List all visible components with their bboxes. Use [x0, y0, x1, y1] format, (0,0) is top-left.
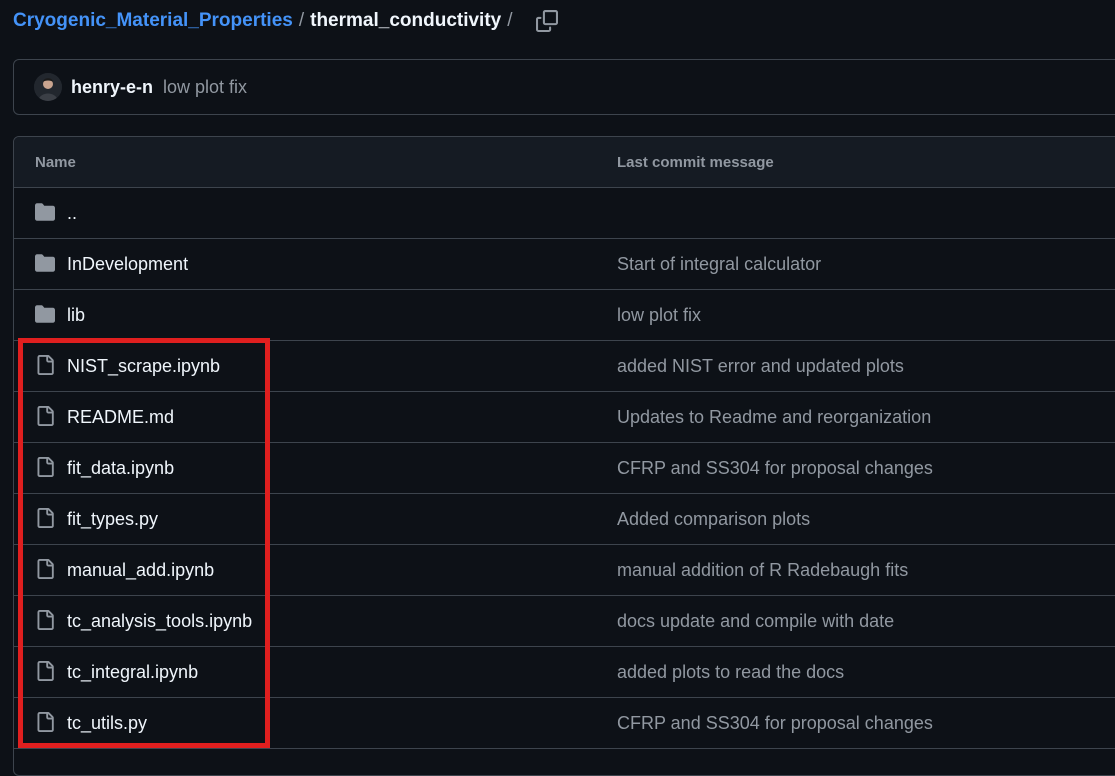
- folder-row[interactable]: InDevelopment Start of integral calculato…: [14, 239, 1115, 290]
- header-last-commit-message: Last commit message: [617, 154, 774, 171]
- file-row[interactable]: tc_integral.ipynb added plots to read the…: [14, 647, 1115, 698]
- item-name-link[interactable]: InDevelopment: [67, 254, 188, 275]
- file-icon: [34, 508, 56, 528]
- latest-commit-bar: henry-e-n low plot fix: [13, 59, 1115, 115]
- file-row[interactable]: tc_analysis_tools.ipynb docs update and c…: [14, 596, 1115, 647]
- copy-icon: [535, 10, 558, 32]
- file-row[interactable]: fit_data.ipynb CFRP and SS304 for proposa…: [14, 443, 1115, 494]
- file-row[interactable]: fit_types.py Added comparison plots: [14, 494, 1115, 545]
- file-icon: [34, 712, 56, 732]
- item-commit-message-link[interactable]: CFRP and SS304 for proposal changes: [617, 713, 933, 734]
- item-name-link[interactable]: fit_types.py: [67, 509, 158, 530]
- item-name-link[interactable]: lib: [67, 305, 85, 326]
- file-icon: [34, 559, 56, 579]
- item-name-link[interactable]: README.md: [67, 407, 174, 428]
- breadcrumb-repo-link[interactable]: Cryogenic_Material_Properties: [13, 10, 293, 32]
- item-commit-message-link[interactable]: low plot fix: [617, 305, 701, 326]
- file-row[interactable]: manual_add.ipynb manual addition of R Rad…: [14, 545, 1115, 596]
- item-name-link[interactable]: tc_utils.py: [67, 713, 147, 734]
- file-row[interactable]: NIST_scrape.ipynb added NIST error and up…: [14, 341, 1115, 392]
- item-name-link[interactable]: tc_analysis_tools.ipynb: [67, 611, 252, 632]
- breadcrumb-trailing-separator: /: [507, 10, 513, 31]
- file-row[interactable]: README.md Updates to Readme and reorganiz…: [14, 392, 1115, 443]
- breadcrumb-current-folder: thermal_conductivity: [310, 10, 502, 31]
- user-avatar-icon: [34, 73, 62, 101]
- file-list: .. InDevelopment Start of integral calcula…: [14, 188, 1115, 749]
- item-name-link[interactable]: NIST_scrape.ipynb: [67, 356, 220, 377]
- breadcrumb-separator: /: [298, 10, 305, 31]
- item-commit-message-link[interactable]: Updates to Readme and reorganization: [617, 407, 931, 428]
- folder-icon: [34, 253, 56, 273]
- item-name-link[interactable]: fit_data.ipynb: [67, 458, 174, 479]
- item-name-link[interactable]: manual_add.ipynb: [67, 560, 214, 581]
- avatar[interactable]: [34, 73, 62, 101]
- item-commit-message-link[interactable]: manual addition of R Radebaugh fits: [617, 560, 908, 581]
- item-name-link[interactable]: tc_integral.ipynb: [67, 662, 198, 683]
- item-commit-message-link[interactable]: added NIST error and updated plots: [617, 356, 904, 377]
- item-commit-message-link[interactable]: CFRP and SS304 for proposal changes: [617, 458, 933, 479]
- copy-path-button[interactable]: [535, 9, 559, 33]
- file-row[interactable]: tc_utils.py CFRP and SS304 for proposal c…: [14, 698, 1115, 749]
- item-name-link[interactable]: ..: [67, 203, 77, 224]
- item-commit-message-link[interactable]: Start of integral calculator: [617, 254, 821, 275]
- file-icon: [34, 406, 56, 426]
- item-commit-message-link[interactable]: docs update and compile with date: [617, 611, 894, 632]
- breadcrumb: Cryogenic_Material_Properties / thermal_…: [13, 7, 559, 35]
- item-commit-message-link[interactable]: Added comparison plots: [617, 509, 810, 530]
- folder-row[interactable]: ..: [14, 188, 1115, 239]
- file-icon: [34, 610, 56, 630]
- file-icon: [34, 661, 56, 681]
- table-header: Name Last commit message: [14, 137, 1115, 188]
- folder-icon: [34, 202, 56, 222]
- folder-row[interactable]: lib low plot fix: [14, 290, 1115, 341]
- commit-author[interactable]: henry-e-n: [71, 77, 153, 98]
- file-icon: [34, 355, 56, 375]
- file-icon: [34, 457, 56, 477]
- header-name: Name: [35, 154, 76, 171]
- file-table: Name Last commit message .. InDevelopment…: [13, 136, 1115, 776]
- item-commit-message-link[interactable]: added plots to read the docs: [617, 662, 844, 683]
- commit-message[interactable]: low plot fix: [163, 77, 247, 98]
- folder-icon: [34, 304, 56, 324]
